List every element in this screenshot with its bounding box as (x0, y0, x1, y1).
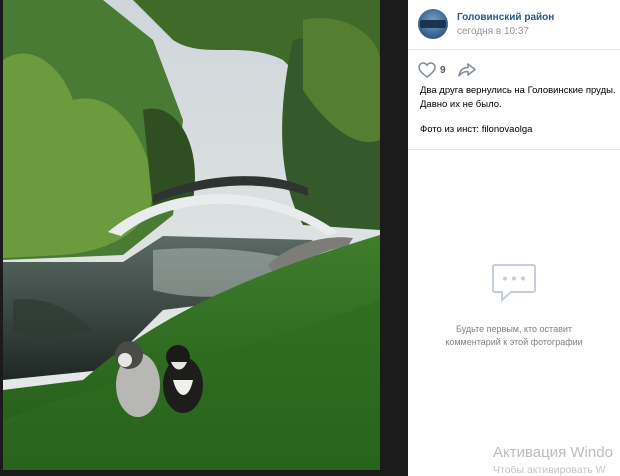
like-button[interactable]: 9 (418, 62, 446, 78)
group-name-link[interactable]: Головинский район (457, 12, 554, 23)
photo-credit: Фото из инст: filonovaolga (420, 124, 533, 135)
empty-comments-text: Будьте первым, кто оставит комментарий к… (408, 323, 620, 349)
avatar-logo-band (420, 20, 446, 28)
watermark-subtitle: Чтобы активировать W (493, 464, 606, 476)
caption-gap (420, 112, 614, 123)
post-header: Головинский район сегодня в 10:37 (408, 0, 620, 50)
watermark-title: Активация Windo (493, 444, 613, 461)
photo-viewer (0, 0, 408, 476)
share-button[interactable] (457, 63, 476, 77)
post-sidebar: Головинский район сегодня в 10:37 9 Два … (408, 0, 620, 476)
empty-comments: Будьте первым, кто оставит комментарий к… (408, 262, 620, 349)
divider (408, 149, 620, 150)
comment-bubble-icon (492, 264, 536, 303)
empty-comments-line: Будьте первым, кто оставит (455, 324, 573, 334)
group-avatar[interactable] (418, 9, 448, 39)
share-arrow-icon (457, 63, 476, 77)
empty-comments-line: комментарий к этой фотографии (445, 337, 583, 347)
caption-line: Два друга вернулись на Головинские пруды… (420, 85, 616, 96)
photo-image (3, 0, 380, 470)
post-actions: 9 (418, 60, 476, 80)
post-photo[interactable] (3, 0, 380, 470)
caption-line: Давно их не было. (420, 99, 502, 110)
post-timestamp[interactable]: сегодня в 10:37 (457, 26, 529, 37)
heart-icon (418, 62, 436, 78)
like-count: 9 (440, 64, 446, 76)
windows-activation-watermark: Активация Windo Чтобы активировать W (493, 444, 613, 476)
post-caption: Два друга вернулись на Головинские пруды… (420, 84, 616, 137)
